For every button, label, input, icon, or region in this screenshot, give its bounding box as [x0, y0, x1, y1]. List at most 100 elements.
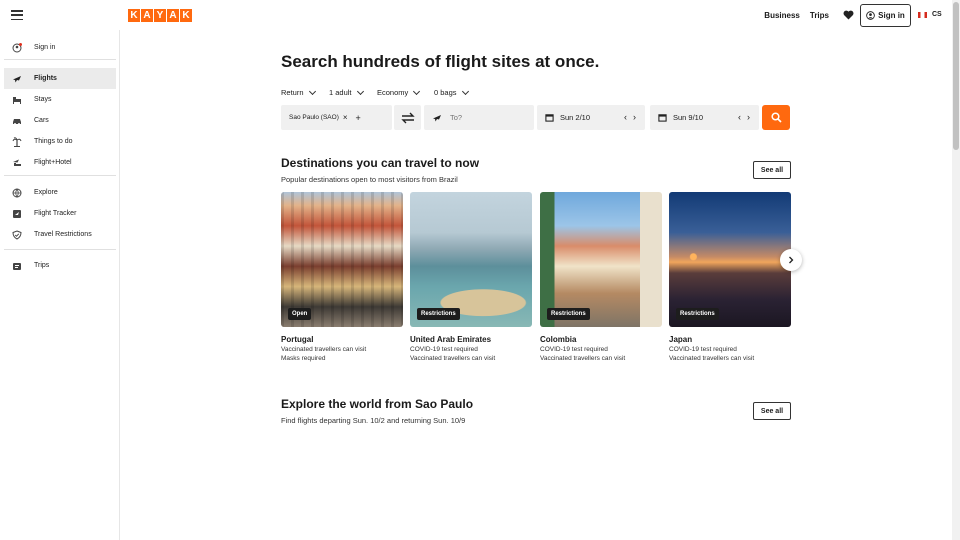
status-badge: Restrictions: [417, 308, 460, 320]
origin-field[interactable]: Sao Paulo (SAO) × +: [281, 105, 392, 130]
plane-icon: [433, 114, 441, 121]
destination-info: Vaccinated travellers can visit: [669, 355, 755, 362]
divider: [4, 249, 116, 250]
shield-icon: [12, 229, 22, 240]
destination-card-uae[interactable]: Restrictions United Arab Emirates COVID-…: [410, 192, 532, 362]
bags-value: 0 bags: [434, 88, 457, 97]
chevron-down-icon: [308, 87, 316, 95]
sidebar: Sign in Flights Stays Cars Things to do …: [0, 30, 120, 540]
depart-date-value: Sun 2/10: [560, 113, 591, 122]
destination-image: Restrictions: [669, 192, 791, 327]
sidebar-item-things-to-do[interactable]: Things to do: [4, 131, 116, 152]
swap-icon: [400, 112, 415, 123]
status-badge: Open: [288, 308, 312, 320]
sidebar-label: Flight Tracker: [34, 210, 77, 217]
search-button[interactable]: [762, 105, 790, 130]
palm-icon: [12, 136, 22, 147]
chevron-down-icon: [356, 87, 364, 95]
page-title: Search hundreds of flight sites at once.: [281, 52, 600, 71]
destination-image: Restrictions: [540, 192, 662, 327]
logo-letter: A: [141, 9, 153, 22]
swap-button[interactable]: [394, 105, 421, 130]
chevron-down-icon: [413, 87, 421, 95]
logo-letter: A: [167, 9, 179, 22]
bed-icon: [13, 96, 21, 104]
trips-icon: [13, 262, 21, 270]
business-link[interactable]: Business: [764, 11, 800, 20]
sidebar-label: Trips: [34, 262, 50, 269]
add-origin-icon[interactable]: +: [356, 113, 361, 123]
explore-subtitle: Find flights departing Sun. 10/2 and ret…: [281, 416, 466, 425]
calendar-icon: [658, 114, 667, 122]
sidebar-item-flights[interactable]: Flights: [4, 68, 116, 89]
return-date-field[interactable]: Sun 9/10 ‹ ›: [650, 105, 759, 130]
destination-card-portugal[interactable]: Open Portugal Vaccinated travellers can …: [281, 192, 403, 362]
destination-image: Restrictions: [410, 192, 532, 327]
sidebar-label: Things to do: [34, 138, 73, 145]
logo-letter: K: [180, 9, 192, 22]
chevron-right-icon: [789, 256, 794, 264]
sidebar-label: Sign in: [34, 44, 56, 51]
trips-link[interactable]: Trips: [810, 11, 829, 20]
sidebar-item-cars[interactable]: Cars: [4, 110, 116, 131]
destination-info: COVID-19 test required: [540, 346, 608, 353]
globe-icon: [12, 188, 22, 198]
travelers-dropdown[interactable]: 1 adult: [329, 87, 364, 97]
search-icon: [770, 112, 782, 123]
menu-icon[interactable]: [11, 10, 23, 20]
carousel-next-button[interactable]: [780, 249, 802, 271]
bags-dropdown[interactable]: 0 bags: [434, 87, 469, 97]
destination-card-japan[interactable]: Restrictions Japan COVID-19 test require…: [669, 192, 791, 362]
remove-origin-icon[interactable]: ×: [343, 113, 348, 122]
sidebar-item-stays[interactable]: Stays: [4, 89, 116, 110]
sign-in-label: Sign in: [878, 11, 905, 20]
destination-info: Vaccinated travellers can visit: [540, 355, 626, 362]
sidebar-label: Cars: [34, 117, 49, 124]
scrollbar-thumb[interactable]: [953, 2, 959, 150]
destination-input[interactable]: [450, 113, 520, 122]
next-day-icon[interactable]: ›: [633, 113, 636, 122]
sign-in-button[interactable]: Sign in: [860, 4, 911, 27]
page-scrollbar[interactable]: [952, 0, 960, 540]
sidebar-item-flight-tracker[interactable]: Flight Tracker: [4, 203, 116, 224]
destination-card-colombia[interactable]: Restrictions Colombia COVID-19 test requ…: [540, 192, 662, 362]
destination-name: Colombia: [540, 335, 577, 344]
sidebar-item-flight-hotel[interactable]: Flight+Hotel: [4, 152, 116, 173]
logo-letter: Y: [154, 9, 166, 22]
see-all-explore-button[interactable]: See all: [753, 402, 791, 420]
destination-info: COVID-19 test required: [669, 346, 737, 353]
prev-day-icon[interactable]: ‹: [624, 113, 627, 122]
trip-type-dropdown[interactable]: Return: [281, 87, 316, 97]
top-bar: K A Y A K Business Trips Sign in CS: [0, 0, 952, 30]
next-day-icon[interactable]: ›: [747, 113, 750, 122]
divider: [4, 175, 116, 176]
sidebar-item-trips[interactable]: Trips: [4, 255, 116, 276]
destinations-title: Destinations you can travel to now: [281, 156, 480, 170]
trip-type-value: Return: [281, 88, 304, 97]
sidebar-item-explore[interactable]: Explore: [4, 182, 116, 203]
heart-icon[interactable]: [843, 10, 854, 20]
sidebar-sign-in[interactable]: Sign in: [4, 37, 116, 58]
plane-icon: [13, 75, 21, 82]
sidebar-label: Explore: [34, 189, 58, 196]
destination-info: Vaccinated travellers can visit: [410, 355, 496, 362]
depart-date-field[interactable]: Sun 2/10 ‹ ›: [537, 105, 645, 130]
destination-field[interactable]: [424, 105, 534, 130]
destinations-subtitle: Popular destinations open to most visito…: [281, 175, 458, 184]
destination-info: COVID-19 test required: [410, 346, 478, 353]
sidebar-label: Stays: [34, 96, 52, 103]
locale-selector[interactable]: CS: [918, 11, 942, 18]
prev-day-icon[interactable]: ‹: [738, 113, 741, 122]
destination-name: United Arab Emirates: [410, 335, 492, 344]
chevron-down-icon: [461, 87, 469, 95]
sidebar-item-travel-restrictions[interactable]: Travel Restrictions: [4, 224, 116, 245]
origin-value: Sao Paulo (SAO): [289, 114, 339, 121]
user-icon: [866, 11, 875, 20]
cabin-dropdown[interactable]: Economy: [377, 87, 421, 97]
destination-name: Japan: [669, 335, 693, 344]
divider: [4, 59, 116, 60]
kayak-logo[interactable]: K A Y A K: [128, 9, 192, 22]
see-all-destinations-button[interactable]: See all: [753, 161, 791, 179]
sidebar-label: Flight+Hotel: [34, 159, 72, 166]
destination-info: Masks required: [281, 355, 326, 362]
